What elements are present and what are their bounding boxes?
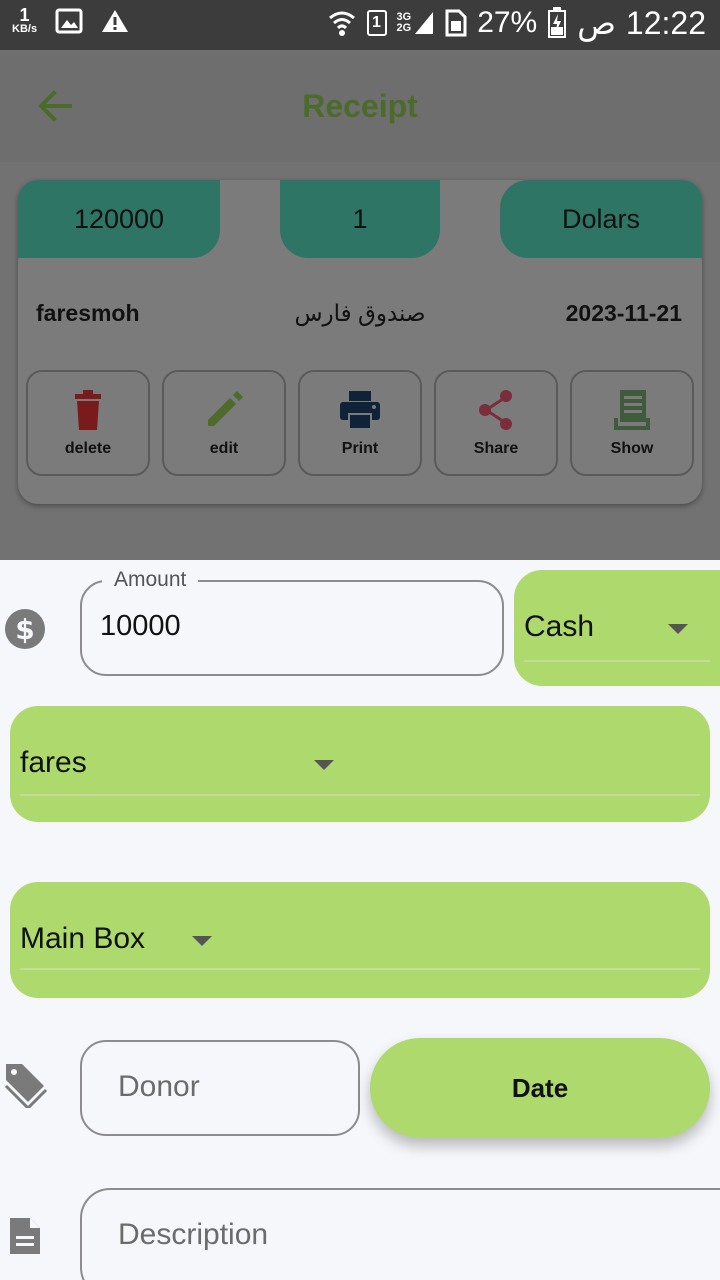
box-dropdown[interactable]: Main Box (10, 882, 710, 998)
app-bar: Receipt (0, 50, 720, 162)
show-button[interactable]: Show (570, 370, 694, 476)
amount-field-value[interactable]: 10000 (100, 610, 181, 643)
edit-button[interactable]: edit (162, 370, 286, 476)
show-button-label: Show (610, 440, 654, 457)
receipt-icon (614, 390, 650, 430)
svg-text:$: $ (15, 613, 34, 646)
print-button[interactable]: Print (298, 370, 422, 476)
battery-charging-icon (548, 7, 567, 38)
mobile-network: 3G 2G (397, 10, 436, 36)
user-dropdown-value: fares (20, 746, 87, 779)
chevron-down-icon (314, 760, 334, 770)
receipt-number-tab: 1 (280, 180, 440, 258)
trash-icon (75, 390, 101, 430)
share-button[interactable]: Share (434, 370, 558, 476)
dropdown-underline (20, 968, 700, 970)
wifi-icon (328, 11, 355, 36)
share-icon (479, 390, 512, 430)
warning-icon (102, 9, 129, 32)
receipt-date: 2023-11-21 (565, 300, 682, 326)
delete-button[interactable]: delete (26, 370, 150, 476)
box-dropdown-value: Main Box (20, 922, 146, 955)
payment-type-value: Cash (524, 610, 595, 643)
description-input-placeholder: Description (118, 1218, 269, 1251)
page-title: Receipt (302, 88, 418, 124)
receipt-form: $ Amount 10000 Cash fares Main Box Donor… (0, 560, 720, 1280)
image-icon (55, 8, 83, 33)
receipt-card: 120000 1 Dolars faresmoh صندوق فارس 2023… (18, 180, 702, 504)
status-bar: 1 KB/s 1 3G 2G 27% ص 12:22 (0, 0, 720, 50)
user-dropdown[interactable]: fares (10, 706, 710, 822)
network-speed-unit: KB/s (12, 23, 38, 35)
share-button-label: Share (473, 440, 519, 457)
chevron-down-icon (668, 624, 688, 634)
battery-percent: 27% (477, 6, 538, 39)
delete-button-label: delete (64, 440, 112, 457)
receipt-currency-tab: Dolars (500, 180, 702, 258)
network-speed-value: 1 (19, 5, 30, 25)
tag-icon (4, 1064, 48, 1108)
sim-slot-badge: 1 (366, 10, 387, 36)
clock: 12:22 (625, 4, 706, 41)
network-speed: 1 KB/s (12, 6, 37, 35)
network-type-bottom: 2G (396, 22, 412, 34)
payment-type-dropdown[interactable]: Cash (514, 570, 720, 686)
time-period: ص (577, 5, 616, 41)
document-icon (10, 1218, 40, 1254)
receipt-actions: delete edit Print Share Show (26, 370, 694, 476)
donor-input-placeholder: Donor (118, 1070, 200, 1103)
amount-field-label: Amount (102, 568, 199, 592)
print-button-label: Print (341, 440, 379, 457)
signal-icon (415, 12, 434, 34)
date-button[interactable]: Date (370, 1038, 710, 1138)
dropdown-underline (524, 660, 710, 662)
pencil-icon (208, 391, 243, 426)
dollar-icon: $ (5, 609, 45, 649)
chevron-down-icon (192, 936, 212, 946)
receipt-amount-tab: 120000 (18, 180, 220, 258)
edit-button-label: edit (209, 440, 239, 457)
dropdown-underline (20, 794, 700, 796)
printer-icon (340, 391, 380, 430)
sim-card-icon (445, 9, 467, 37)
